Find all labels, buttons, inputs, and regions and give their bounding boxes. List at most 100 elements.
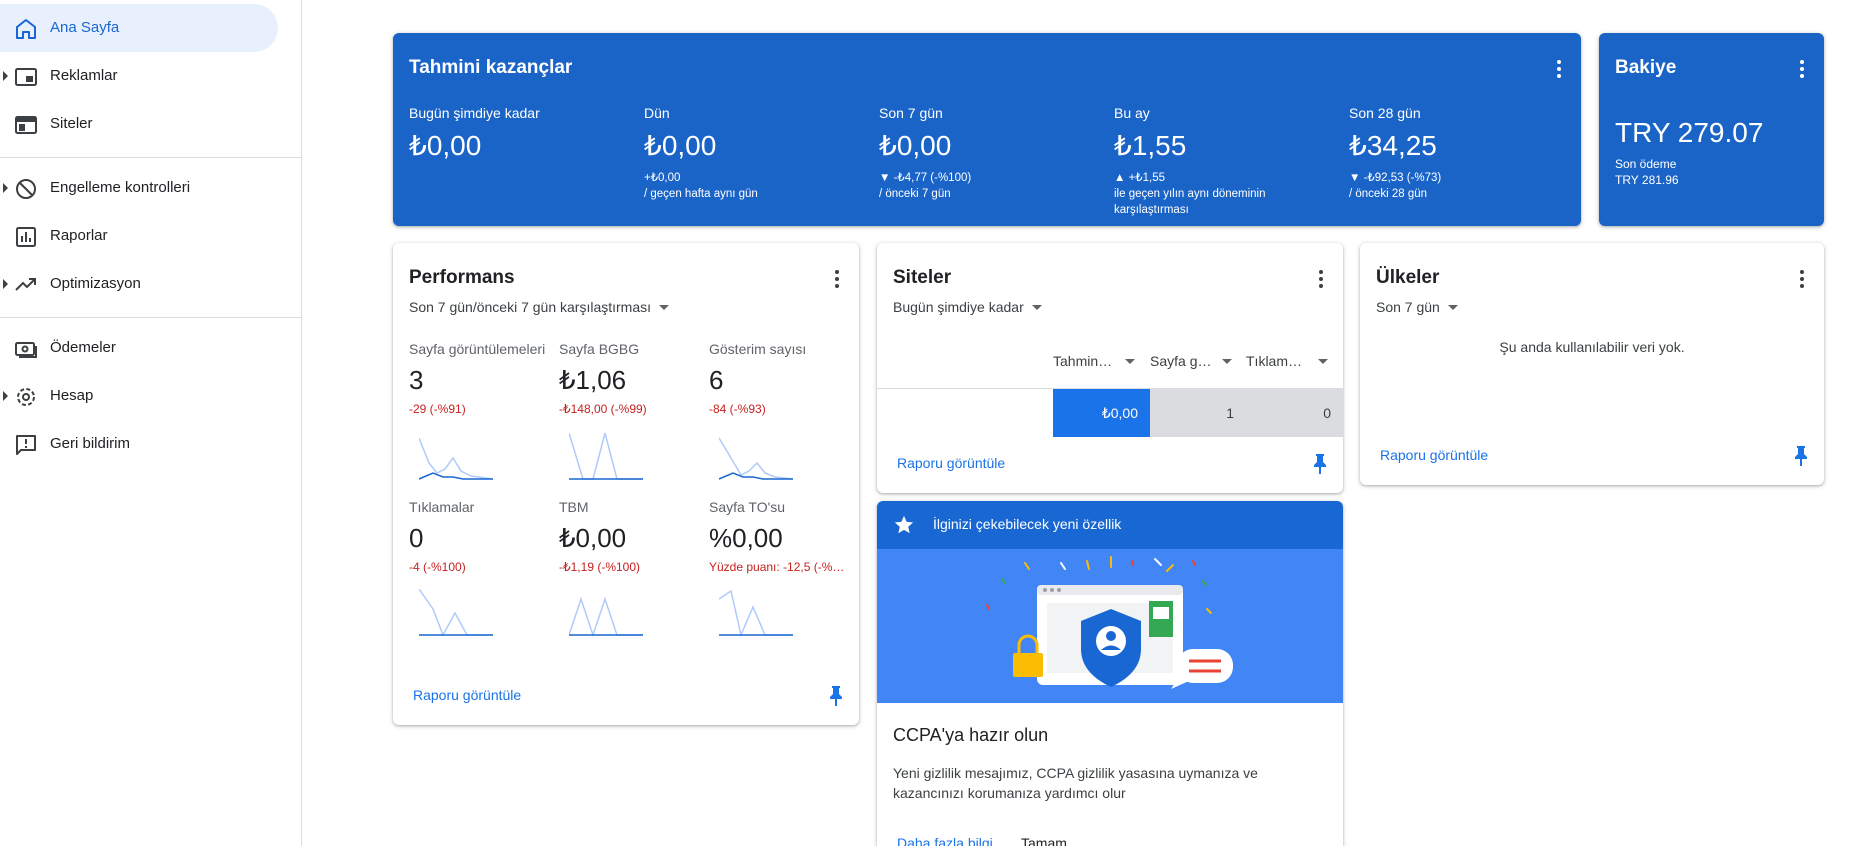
metric-delta: -₺1,19 (-%100) <box>559 560 640 574</box>
earnings-label: Bugün şimdiye kadar <box>409 105 540 121</box>
column-header-label: Sayfa görüntülemeleri <box>1150 353 1212 369</box>
metric-page-ctr[interactable]: Sayfa TO'su %0,00 Yüzde puanı: -12,5 (-%… <box>709 499 845 574</box>
payments-icon <box>15 342 37 358</box>
earnings-delta: +₺0,00 <box>644 172 681 184</box>
table-cell-earnings: ₺0,00 <box>1053 389 1150 437</box>
block-icon <box>16 179 36 199</box>
more-vert-icon[interactable] <box>1311 267 1331 291</box>
earnings-note: ile geçen yılın aynı döneminin karşılaşt… <box>1114 188 1266 216</box>
metric-label: TBM <box>559 499 589 515</box>
new-feature-card: İlginizi çekebilecek yeni özellik CCPA'y… <box>877 501 1343 846</box>
sidebar-item-label: Engelleme kontrolleri <box>50 179 191 196</box>
sidebar-item-label: Siteler <box>50 115 93 132</box>
column-header-estimated-earnings[interactable]: Tahmini kazançlar <box>1053 353 1139 369</box>
privacy-illustration <box>877 549 1343 703</box>
sidebar-item-label: Optimizasyon <box>50 275 141 292</box>
pin-icon[interactable] <box>827 685 845 707</box>
date-range-dropdown[interactable]: Bugün şimdiye kadar <box>893 299 1042 315</box>
feature-title: CCPA'ya hazır olun <box>893 725 1049 745</box>
card-title: Bakiye <box>1615 57 1677 78</box>
expand-caret-icon[interactable] <box>3 391 8 401</box>
metric-label: Gösterim sayısı <box>709 341 807 357</box>
sidebar-item-payments[interactable]: Ödemeler <box>0 324 278 372</box>
earnings-note: / önceki 28 gün <box>1349 188 1428 200</box>
sort-caret-icon <box>1222 358 1232 364</box>
metric-value: ₺1,06 <box>559 365 627 395</box>
card-title: Tahmini kazançlar <box>409 57 573 78</box>
earnings-last-7-days: Son 7 gün ₺0,00 ▼ -₺4,77 (-%100) / öncek… <box>879 105 1109 202</box>
view-report-link[interactable]: Raporu görüntüle <box>1380 447 1488 463</box>
sparkline-page-rpm <box>569 433 643 480</box>
sidebar-item-reports[interactable]: Raporlar <box>0 212 278 260</box>
view-report-link[interactable]: Raporu görüntüle <box>413 687 521 703</box>
table-cell-clicks: 0 <box>1246 389 1343 437</box>
metric-page-rpm[interactable]: Sayfa BGBG ₺1,06 -₺148,00 (-%99) <box>559 341 699 416</box>
star-icon <box>894 515 914 534</box>
metric-delta: -29 (-%91) <box>409 402 466 416</box>
metric-value: 3 <box>409 365 424 395</box>
more-vert-icon[interactable] <box>827 267 847 291</box>
sidebar-item-label: Hesap <box>50 387 94 404</box>
pin-icon[interactable] <box>1311 453 1329 475</box>
column-header-label: Tahmini kazançlar <box>1053 353 1115 369</box>
sidebar-divider <box>0 317 302 318</box>
chevron-down-icon <box>659 304 670 310</box>
more-vert-icon[interactable] <box>1792 267 1812 291</box>
earnings-label: Dün <box>644 105 670 121</box>
metric-clicks[interactable]: Tıklamalar 0 -4 (-%100) <box>409 499 549 574</box>
date-range-dropdown[interactable]: Son 7 gün <box>1376 299 1458 315</box>
metric-page-views[interactable]: Sayfa görüntülemeleri 3 -29 (-%91) <box>409 341 549 416</box>
metric-value: %0,00 <box>709 523 783 553</box>
countries-card: Ülkeler Son 7 gün Şu anda kullanılabilir… <box>1360 243 1824 485</box>
sparkline-page-views <box>419 437 493 480</box>
sparkline-page-ctr <box>719 589 793 638</box>
table-cell-page-views: 1 <box>1150 389 1246 437</box>
dismiss-button[interactable]: Tamam <box>1021 835 1067 846</box>
column-header-label: Tıklamalar <box>1246 353 1308 369</box>
earnings-value: ₺0,00 <box>409 130 482 161</box>
earnings-label: Son 7 gün <box>879 105 943 121</box>
sidebar-item-label: Ödemeler <box>50 339 116 356</box>
sidebar-item-ads[interactable]: Reklamlar <box>0 52 278 100</box>
earnings-label: Bu ay <box>1114 105 1150 121</box>
earnings-value: ₺0,00 <box>879 130 952 161</box>
column-header-page-views[interactable]: Sayfa görüntülemeleri <box>1150 353 1236 369</box>
metric-delta: -84 (-%93) <box>709 402 766 416</box>
more-vert-icon[interactable] <box>1549 57 1569 81</box>
sparkline-clicks <box>419 589 493 637</box>
sidebar-item-feedback[interactable]: Geri bildirim <box>0 420 278 468</box>
expand-caret-icon[interactable] <box>3 71 8 81</box>
settings-icon <box>17 388 35 406</box>
earnings-delta: ▼ -₺4,77 (-%100) <box>879 172 972 184</box>
metric-label: Tıklamalar <box>409 499 475 515</box>
sidebar-item-label: Reklamlar <box>50 67 118 84</box>
dropdown-label: Bugün şimdiye kadar <box>893 299 1024 315</box>
sort-caret-icon <box>1318 358 1328 364</box>
view-report-link[interactable]: Raporu görüntüle <box>897 455 1005 471</box>
column-header-clicks[interactable]: Tıklamalar <box>1246 353 1332 369</box>
sidebar-item-sites[interactable]: Siteler <box>0 100 278 148</box>
learn-more-link[interactable]: Daha fazla bilgi <box>897 835 993 846</box>
expand-caret-icon[interactable] <box>3 183 8 193</box>
sidebar-item-optimization[interactable]: Optimizasyon <box>0 260 278 308</box>
sidebar-item-blocking[interactable]: Engelleme kontrolleri <box>0 164 278 212</box>
earnings-yesterday: Dün ₺0,00 +₺0,00 / geçen hafta aynı gün <box>644 105 874 202</box>
earnings-this-month: Bu ay ₺1,55 ▲ +₺1,55 ile geçen yılın ayn… <box>1114 105 1294 218</box>
sidebar-item-account[interactable]: Hesap <box>0 372 278 420</box>
feature-banner: İlginizi çekebilecek yeni özellik <box>877 501 1343 549</box>
date-range-dropdown[interactable]: Son 7 gün/önceki 7 gün karşılaştırması <box>409 299 670 315</box>
reports-icon <box>16 227 36 247</box>
sparkline-impressions <box>719 437 793 480</box>
metric-cpc[interactable]: TBM ₺0,00 -₺1,19 (-%100) <box>559 499 699 574</box>
metric-label: Sayfa TO'su <box>709 499 786 515</box>
expand-caret-icon[interactable] <box>3 279 8 289</box>
sidebar-item-home[interactable]: Ana Sayfa <box>0 4 278 52</box>
feature-description: Yeni gizlilik mesajımız, CCPA gizlilik y… <box>893 765 1258 801</box>
more-vert-icon[interactable] <box>1792 57 1812 81</box>
metric-label: Sayfa BGBG <box>559 341 640 357</box>
performance-card: Performans Son 7 gün/önceki 7 gün karşıl… <box>393 243 859 725</box>
pin-icon[interactable] <box>1792 445 1810 467</box>
metric-impressions[interactable]: Gösterim sayısı 6 -84 (-%93) <box>709 341 849 416</box>
trending-icon <box>15 278 36 291</box>
earnings-delta: ▲ +₺1,55 <box>1114 172 1165 184</box>
